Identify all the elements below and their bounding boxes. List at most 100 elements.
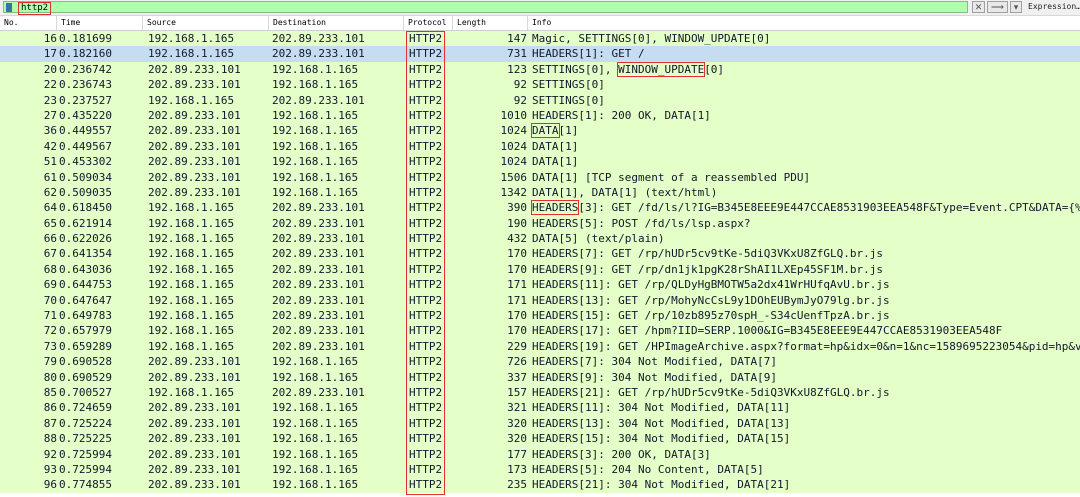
table-row[interactable]: 64 0.618450 192.168.1.165 202.89.233.101 HTT…: [0, 200, 1080, 216]
cell-protocol: HTTP2: [409, 124, 443, 138]
bookmark-icon[interactable]: [6, 3, 12, 12]
cell-no: 85: [43, 385, 57, 399]
cell-info: HEADERS[3]: 200 OK, DATA[3]: [532, 447, 711, 461]
cell-protocol: HTTP2: [409, 262, 443, 276]
column-header-no[interactable]: No.: [0, 16, 57, 30]
cell-info: HEADERS[13]: GET /rp/MohyNcCsL9y1DOhEUBy…: [532, 293, 890, 307]
column-header-destination[interactable]: Destination: [269, 16, 404, 30]
column-header-time[interactable]: Time: [57, 16, 143, 30]
cell-protocol: HTTP2: [409, 201, 443, 215]
cell-protocol: HTTP2: [409, 185, 443, 199]
table-row[interactable]: 65 0.621914 192.168.1.165 202.89.233.101 HTT…: [0, 215, 1080, 232]
table-row[interactable]: 71 0.649783 192.168.1.165 202.89.233.101 HTT…: [0, 308, 1080, 324]
cell-source: 202.89.233.101: [148, 62, 241, 76]
cell-protocol: HTTP2: [409, 370, 443, 384]
cell-no: 72: [43, 324, 57, 338]
table-row[interactable]: 27 0.435220 202.89.233.101 192.168.1.165 HTT…: [0, 107, 1080, 124]
cell-length: 1024: [500, 139, 528, 153]
cell-info: DATA[1] [TCP segment of a reassembled PD…: [532, 170, 811, 184]
cell-source: 192.168.1.165: [148, 93, 235, 107]
cell-length: 170: [507, 324, 527, 338]
cell-info: HEADERS[15]: GET /rp/10zb895z70spH_-S34c…: [532, 309, 890, 323]
cell-source: 202.89.233.101: [148, 462, 241, 476]
cell-length: 171: [507, 293, 527, 307]
cell-source: 192.168.1.165: [148, 385, 235, 399]
table-row[interactable]: 96 0.774855 202.89.233.101 192.168.1.165 HTT…: [0, 477, 1080, 493]
cell-info: HEADERS[19]: GET /HPImageArchive.aspx?fo…: [532, 339, 1080, 353]
table-row[interactable]: 72 0.657979 192.168.1.165 202.89.233.101 HTT…: [0, 323, 1080, 339]
cell-destination: 202.89.233.101: [272, 278, 365, 292]
table-row[interactable]: 66 0.622026 192.168.1.165 202.89.233.101 HTT…: [0, 231, 1080, 247]
table-row[interactable]: 61 0.509034 202.89.233.101 192.168.1.165 HTT…: [0, 169, 1080, 185]
cell-info: HEADERS[1]: 200 OK, DATA[1]: [532, 108, 711, 122]
table-row[interactable]: 73 0.659289 192.168.1.165 202.89.233.101 HTT…: [0, 338, 1080, 355]
cell-length: 432: [507, 232, 527, 246]
table-row[interactable]: 67 0.641354 192.168.1.165 202.89.233.101 HTT…: [0, 246, 1080, 262]
cell-destination: 192.168.1.165: [272, 401, 359, 415]
table-row[interactable]: 23 0.237527 192.168.1.165 202.89.233.101 HTT…: [0, 92, 1080, 108]
table-row[interactable]: 86 0.724659 202.89.233.101 192.168.1.165 HTT…: [0, 400, 1080, 416]
cell-length: 92: [513, 78, 527, 92]
cell-time: 0.644753: [59, 278, 112, 292]
cell-source: 202.89.233.101: [148, 447, 241, 461]
table-row[interactable]: 17 0.182160 192.168.1.165 202.89.233.101 HTT…: [0, 46, 1080, 62]
expression-button[interactable]: Expression…: [1028, 1, 1080, 13]
table-row[interactable]: 93 0.725994 202.89.233.101 192.168.1.165 HTT…: [0, 461, 1080, 478]
cell-protocol: HTTP2: [409, 416, 443, 430]
cell-length: 1506: [500, 170, 528, 184]
cell-time: 0.725994: [59, 447, 112, 461]
display-filter-input[interactable]: http2: [3, 1, 968, 15]
cell-source: 192.168.1.165: [148, 47, 235, 61]
table-row[interactable]: 51 0.453302 202.89.233.101 192.168.1.165 HTT…: [0, 154, 1080, 170]
cell-no: 42: [43, 139, 57, 153]
cell-protocol: HTTP2: [409, 293, 443, 307]
table-row[interactable]: 92 0.725994 202.89.233.101 192.168.1.165 HTT…: [0, 446, 1080, 462]
cell-no: 61: [43, 170, 57, 184]
table-row[interactable]: 16 0.181699 192.168.1.165 202.89.233.101 HTT…: [0, 31, 1080, 47]
table-row[interactable]: 36 0.449557 202.89.233.101 192.168.1.165 HTT…: [0, 123, 1080, 139]
table-row[interactable]: 20 0.236742 202.89.233.101 192.168.1.165 HTT…: [0, 61, 1080, 78]
cell-time: 0.724659: [59, 401, 112, 415]
cell-length: 321: [507, 401, 527, 415]
table-row[interactable]: 80 0.690529 202.89.233.101 192.168.1.165 HTT…: [0, 369, 1080, 385]
cell-info: Magic, SETTINGS[0], WINDOW_UPDATE[0]: [532, 32, 771, 45]
cell-source: 202.89.233.101: [148, 78, 241, 92]
cell-protocol: HTTP2: [409, 447, 443, 461]
cell-length: 320: [507, 416, 527, 430]
column-header-info[interactable]: Info: [528, 16, 1080, 30]
column-header-protocol[interactable]: Protocol: [404, 16, 453, 30]
cell-length: 170: [507, 262, 527, 276]
cell-no: 93: [43, 462, 57, 476]
table-row[interactable]: 68 0.643036 192.168.1.165 202.89.233.101 HTT…: [0, 261, 1080, 278]
cell-no: 79: [43, 355, 57, 369]
table-row[interactable]: 70 0.647647 192.168.1.165 202.89.233.101 HTT…: [0, 292, 1080, 309]
table-row[interactable]: 87 0.725224 202.89.233.101 192.168.1.165 HTT…: [0, 415, 1080, 432]
cell-destination: 192.168.1.165: [272, 124, 359, 138]
table-row[interactable]: 22 0.236743 202.89.233.101 192.168.1.165 HTT…: [0, 77, 1080, 93]
cell-length: 157: [507, 385, 527, 399]
cell-info: HEADERS[15]: 304 Not Modified, DATA[15]: [532, 432, 791, 446]
cell-time: 0.657979: [59, 324, 112, 338]
table-row[interactable]: 69 0.644753 192.168.1.165 202.89.233.101 HTT…: [0, 277, 1080, 293]
table-row[interactable]: 88 0.725225 202.89.233.101 192.168.1.165 HTT…: [0, 431, 1080, 447]
cell-length: 320: [507, 432, 527, 446]
cell-no: 16: [43, 32, 57, 45]
cell-protocol: HTTP2: [409, 432, 443, 446]
cell-time: 0.641354: [59, 247, 112, 261]
column-header-source[interactable]: Source: [143, 16, 269, 30]
arrow-right-icon[interactable]: ⟶: [987, 1, 1008, 13]
column-header-length[interactable]: Length: [453, 16, 528, 30]
cell-time: 0.659289: [59, 339, 112, 353]
display-filter-toolbar: http2 ✕ ⟶ ▾ Expression…: [0, 0, 1080, 16]
cell-no: 51: [43, 155, 57, 169]
table-row[interactable]: 85 0.700527 192.168.1.165 202.89.233.101 HTT…: [0, 384, 1080, 401]
close-icon[interactable]: ✕: [972, 1, 985, 13]
table-row[interactable]: 42 0.449567 202.89.233.101 192.168.1.165 HTT…: [0, 138, 1080, 155]
table-row[interactable]: 79 0.690528 202.89.233.101 192.168.1.165 HTT…: [0, 354, 1080, 370]
chevron-down-icon[interactable]: ▾: [1010, 1, 1022, 13]
cell-protocol: HTTP2: [409, 108, 443, 122]
cell-destination: 192.168.1.165: [272, 62, 359, 76]
cell-destination: 192.168.1.165: [272, 355, 359, 369]
table-row[interactable]: 62 0.509035 202.89.233.101 192.168.1.165 HTT…: [0, 184, 1080, 201]
cell-protocol: HTTP2: [409, 170, 443, 184]
